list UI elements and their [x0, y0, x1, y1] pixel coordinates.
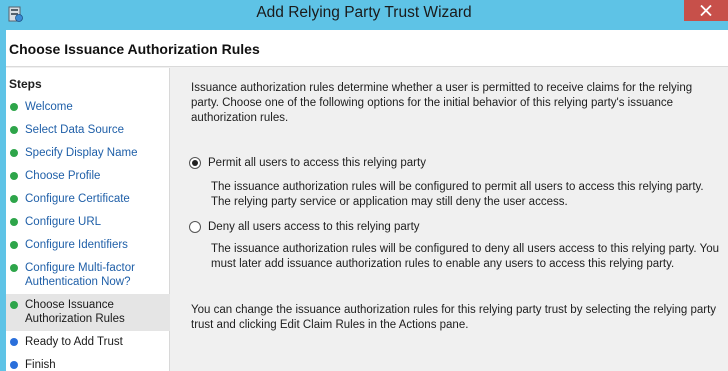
main-content: Issuance authorization rules determine w…: [170, 68, 728, 371]
step-label: Ready to Add Trust: [25, 336, 123, 348]
step-select-data-source[interactable]: Select Data Source: [6, 119, 170, 142]
deny-all-radio[interactable]: [189, 221, 201, 233]
title-bar: Add Relying Party Trust Wizard: [0, 0, 728, 30]
step-label: Configure Multi-factor Authentication No…: [25, 262, 135, 288]
step-label: Welcome: [25, 101, 73, 113]
step-label: Configure URL: [25, 216, 102, 228]
step-finish: Finish: [6, 354, 170, 371]
step-specify-display-name[interactable]: Specify Display Name: [6, 142, 170, 165]
step-pending-dot: [10, 361, 18, 369]
step-label: Select Data Source: [25, 124, 125, 136]
step-welcome[interactable]: Welcome: [6, 96, 170, 119]
step-label: Finish: [25, 359, 56, 371]
permit-all-description: The issuance authorization rules will be…: [211, 181, 704, 208]
step-choose-profile[interactable]: Choose Profile: [6, 165, 170, 188]
page-title: Choose Issuance Authorization Rules: [9, 41, 260, 57]
step-configure-certificate[interactable]: Configure Certificate: [6, 188, 170, 211]
window-title: Add Relying Party Trust Wizard: [256, 4, 472, 21]
close-button[interactable]: [684, 0, 728, 21]
step-completed-dot: [10, 149, 18, 157]
step-completed-dot: [10, 218, 18, 226]
permit-all-radio[interactable]: [189, 157, 201, 169]
step-completed-dot: [10, 172, 18, 180]
steps-title: Steps: [9, 77, 42, 91]
step-label: Choose Issuance Authorization Rules: [25, 299, 125, 325]
step-configure-identifiers[interactable]: Configure Identifiers: [6, 234, 170, 257]
step-completed-dot: [10, 195, 18, 203]
wizard-client: Choose Issuance Authorization Rules Step…: [6, 30, 728, 371]
step-pending-dot: [10, 338, 18, 346]
intro-text: Issuance authorization rules determine w…: [191, 82, 693, 124]
step-label: Configure Certificate: [25, 193, 130, 205]
step-ready-to-add-trust: Ready to Add Trust: [6, 331, 170, 354]
steps-pane: Steps Welcome Select Data Source Specify…: [6, 68, 170, 371]
step-configure-multi-factor[interactable]: Configure Multi-factor Authentication No…: [6, 257, 170, 294]
step-label: Specify Display Name: [25, 147, 138, 159]
step-label: Configure Identifiers: [25, 239, 128, 251]
step-label: Choose Profile: [25, 170, 101, 182]
footer-note: You can change the issuance authorizatio…: [191, 304, 717, 331]
step-configure-url[interactable]: Configure URL: [6, 211, 170, 234]
step-completed-dot: [10, 264, 18, 272]
deny-all-description: The issuance authorization rules will be…: [211, 243, 719, 270]
permit-all-option[interactable]: Permit all users to access this relying …: [189, 157, 426, 169]
step-completed-dot: [10, 126, 18, 134]
step-choose-issuance-authorization-rules: Choose Issuance Authorization Rules: [6, 294, 170, 331]
deny-all-option[interactable]: Deny all users access to this relying pa…: [189, 221, 420, 233]
permit-all-label: Permit all users to access this relying …: [208, 157, 426, 169]
page-header: Choose Issuance Authorization Rules: [6, 30, 728, 67]
step-current-dot: [10, 301, 18, 309]
step-completed-dot: [10, 103, 18, 111]
deny-all-label: Deny all users access to this relying pa…: [208, 221, 420, 233]
steps-list: Welcome Select Data Source Specify Displ…: [6, 96, 170, 371]
step-completed-dot: [10, 241, 18, 249]
close-icon: [700, 5, 712, 16]
